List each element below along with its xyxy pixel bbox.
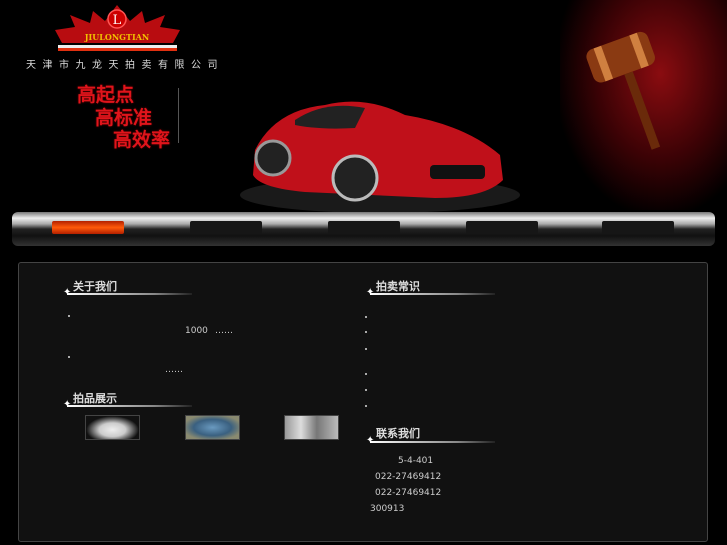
contact-fax: 022-27469412: [375, 488, 442, 498]
bullet: [68, 356, 70, 358]
section-divider: [67, 405, 192, 407]
showcase-item-jade-seal[interactable]: [85, 415, 140, 440]
contact-title[interactable]: 联系我们: [376, 425, 420, 441]
bullet: [68, 315, 70, 317]
nav-tab-2[interactable]: [190, 221, 262, 234]
svg-text:L: L: [113, 13, 122, 28]
red-car-image: [240, 101, 520, 213]
logo-text: JIULONGTIAN: [84, 32, 149, 42]
nav-tab-3[interactable]: [328, 221, 400, 234]
main-nav: [12, 212, 715, 246]
nav-tab-4[interactable]: [466, 221, 538, 234]
about-ellipsis-2: ……: [165, 365, 183, 375]
company-logo: L JIULONGTIAN: [55, 5, 180, 51]
showcase-title[interactable]: 拍品展示: [73, 390, 117, 406]
section-divider: [370, 293, 495, 295]
bullet: [365, 316, 367, 318]
slogan-3: 高效率: [113, 129, 171, 151]
bullet: [365, 331, 367, 333]
gavel-banner: [560, 0, 727, 210]
contact-phone: 022-27469412: [375, 472, 442, 482]
section-divider: [370, 441, 495, 443]
contact-postcode: 300913: [370, 504, 405, 514]
nav-tab-1[interactable]: [52, 221, 124, 234]
about-title[interactable]: 关于我们: [73, 278, 117, 294]
section-divider: [67, 293, 192, 295]
showcase-item-blue-bowl[interactable]: [185, 415, 240, 440]
about-number: 1000: [185, 326, 208, 336]
knowledge-title[interactable]: 拍卖常识: [376, 278, 420, 294]
contact-address: 5-4-401: [398, 456, 434, 466]
company-name: 天津市九龙天拍卖有限公司: [26, 60, 224, 71]
bullet: [365, 373, 367, 375]
showcase-item-bronze-vessel[interactable]: [284, 415, 339, 440]
about-ellipsis: ……: [215, 326, 233, 336]
bullet: [365, 405, 367, 407]
gavel-icon: [586, 31, 661, 150]
content-panel: 关于我们 ✦ 1000 …… …… 拍品展示 ✦ 拍卖常识 ✦ 联系我们 ✦ 5…: [18, 262, 708, 542]
bullet: [365, 348, 367, 350]
bullet: [365, 389, 367, 391]
divider: [178, 88, 179, 143]
nav-tab-5[interactable]: [602, 221, 674, 234]
